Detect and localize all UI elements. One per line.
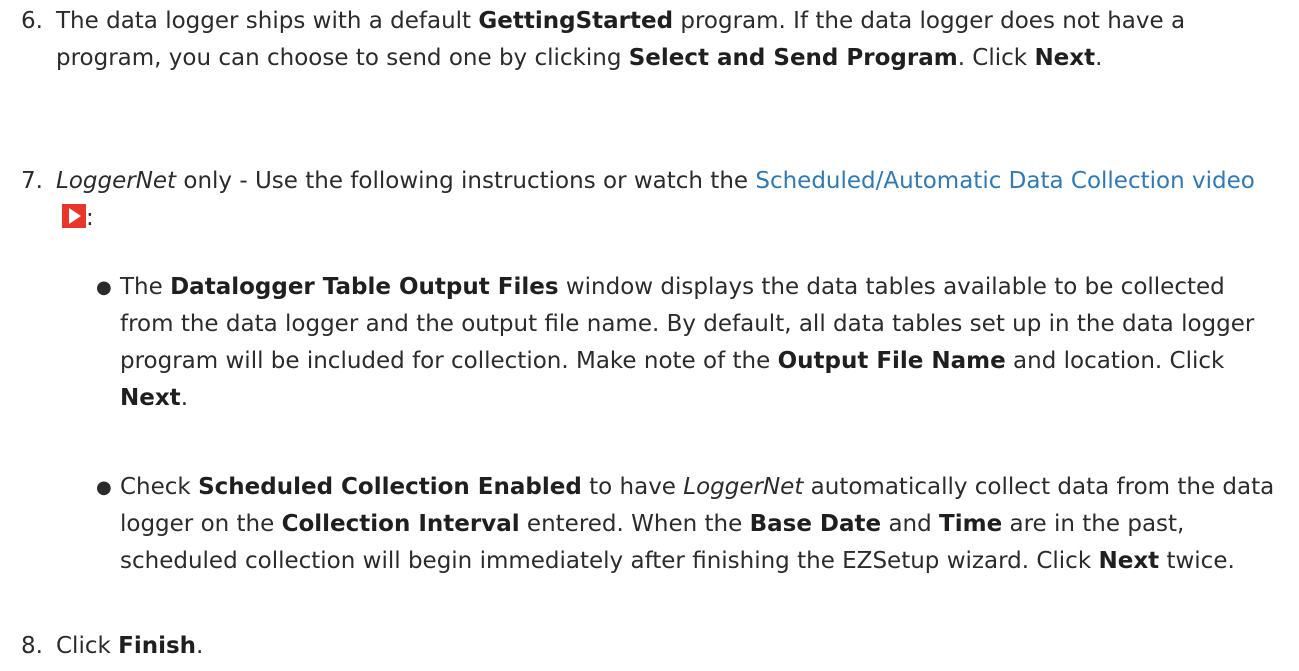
emphasis-output-file-name: Output File Name [777, 348, 1006, 374]
emphasis-scheduled-collection-enabled: Scheduled Collection Enabled [198, 474, 582, 500]
step-text: The data logger ships with a default Get… [56, 8, 1186, 71]
bullet-text: Check Scheduled Collection Enabled to ha… [120, 474, 1275, 574]
emphasis-time: Time [939, 511, 1003, 537]
emphasis-table-output-files: Datalogger Table Output Files [170, 274, 559, 300]
emphasis-gettingstarted: GettingStarted [478, 8, 674, 34]
bullet-icon: ● [96, 277, 112, 298]
emphasis-next: Next [1098, 548, 1160, 574]
emphasis-loggernet: LoggerNet [56, 168, 177, 194]
bullet-text: The Datalogger Table Output Files window… [120, 274, 1255, 411]
emphasis-collection-interval: Collection Interval [281, 511, 520, 537]
step-number: 7. [21, 168, 43, 194]
emphasis-select-and-send-program: Select and Send Program [628, 45, 958, 71]
emphasis-next: Next [1034, 45, 1096, 71]
bullet-icon: ● [96, 477, 112, 498]
emphasis-loggernet: LoggerNet [683, 474, 804, 500]
play-video-icon[interactable] [62, 204, 86, 228]
step-number: 8. [21, 633, 43, 659]
step-text: Click Finish. [56, 633, 204, 659]
video-link[interactable]: Scheduled/Automatic Data Collection vide… [755, 168, 1254, 194]
emphasis-base-date: Base Date [749, 511, 882, 537]
step-text: LoggerNet only - Use the following instr… [56, 168, 1255, 231]
emphasis-finish: Finish [118, 633, 197, 659]
emphasis-next: Next [120, 385, 181, 411]
step-number: 6. [21, 8, 43, 34]
